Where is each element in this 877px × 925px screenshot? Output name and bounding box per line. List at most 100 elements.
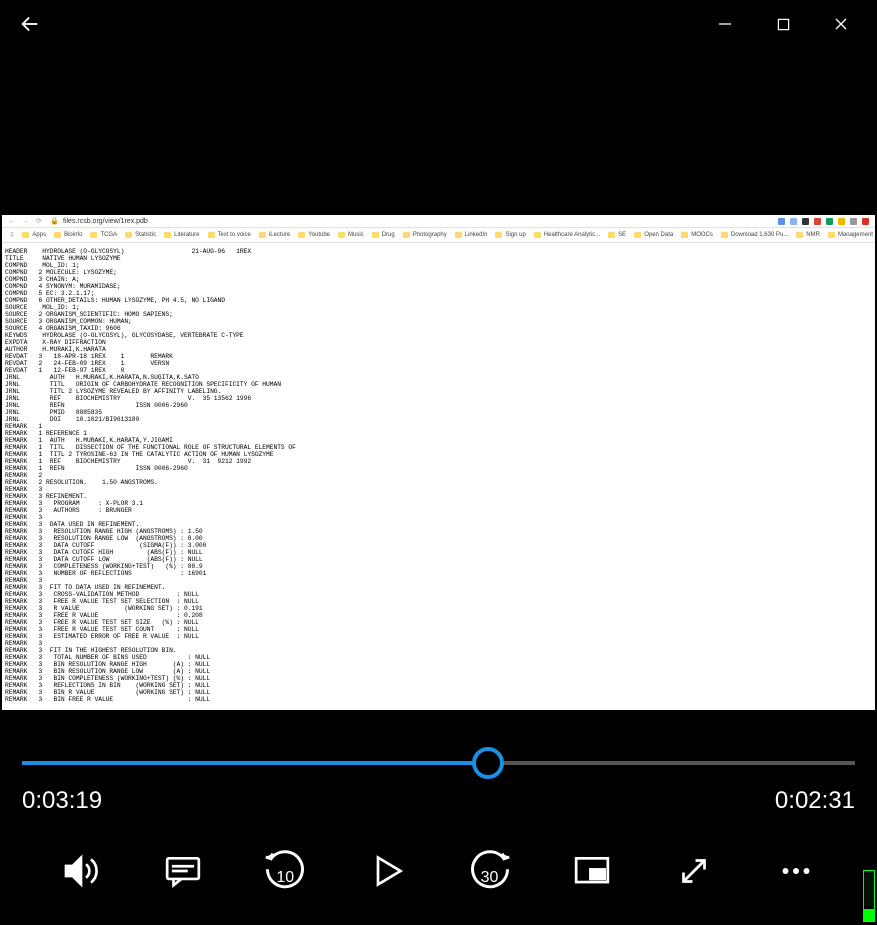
bookmark-item: Sign up [495,232,525,238]
close-icon [834,17,848,31]
skip-back-seconds: 10 [276,869,294,887]
folder-icon [372,232,379,238]
fullscreen-button[interactable] [666,843,722,899]
bookmark-label: Drug [382,232,395,238]
subtitles-icon [164,852,202,890]
folder-icon [721,232,728,238]
folder-icon [298,232,305,238]
elapsed-time: 0:03:19 [22,787,102,815]
bookmark-item: Text to voice [208,232,251,238]
bookmark-item: Statistic [125,232,156,238]
bookmark-item: Music [338,232,364,238]
folder-icon [208,232,215,238]
skip-forward-button[interactable]: 30 [462,843,518,899]
bookmark-label: LinkedIn [465,232,488,238]
browser-ext-icons [778,218,869,225]
url-text: files.rcsb.org/view/1rex.pdb [63,218,772,225]
bookmark-label: Management [838,232,873,238]
bookmark-item: LinkedIn [455,232,488,238]
folder-icon [608,232,615,238]
folder-icon [164,232,171,238]
browser-forward-icon: → [22,218,30,225]
bookmark-item: Drug [372,232,395,238]
browser-back-icon: ← [8,218,16,225]
player-controls: 0:03:19 0:02:31 [0,720,877,925]
minimize-button[interactable] [711,10,739,38]
apps-icon: ⠿ [10,232,14,239]
remaining-time: 0:02:31 [775,787,855,815]
ext-icon [838,218,845,225]
bookmark-item: Download 1,630 Pu... [721,232,788,238]
fullscreen-icon [676,853,712,889]
folder-icon [125,232,132,238]
mini-view-button[interactable] [564,843,620,899]
seekbar-fill [22,761,488,765]
skip-forward-seconds: 30 [481,869,499,887]
bookmark-label: Healthcare Analytic... [544,232,600,238]
folder-icon [403,232,410,238]
seekbar[interactable] [0,745,877,781]
bookmark-label: Open Data [644,232,673,238]
bookmark-label: MOOCs [691,232,713,238]
bookmark-label: Apps [32,232,46,238]
volume-button[interactable] [53,843,109,899]
play-button[interactable] [359,843,415,899]
folder-icon [22,232,29,238]
bookmark-item: Apps [22,232,46,238]
maximize-button[interactable] [769,10,797,38]
bookmark-label: Text to voice [218,232,251,238]
more-icon [778,853,814,889]
close-button[interactable] [827,10,855,38]
titlebar-left [10,4,50,44]
bookmark-label: Statistic [135,232,156,238]
titlebar [0,0,877,48]
back-button[interactable] [10,4,50,44]
subtitles-button[interactable] [155,843,211,899]
folder-icon [495,232,502,238]
bookmark-item: Bioinfo [54,232,82,238]
volume-icon [61,851,101,891]
folder-icon [455,232,462,238]
folder-icon [338,232,345,238]
folder-icon [90,232,97,238]
buttons-row: 10 30 [0,815,877,899]
folder-icon [681,232,688,238]
folder-icon [828,232,835,238]
bookmark-item: SE [608,232,626,238]
seekbar-track [22,761,855,765]
folder-icon [259,232,266,238]
bookmark-item: MOOCs [681,232,713,238]
video-frame[interactable]: ← → ⟳ 🔒 files.rcsb.org/view/1rex.pdb [2,215,875,710]
folder-icon [634,232,641,238]
bookmark-item: Photography [403,232,447,238]
video-player-window: ← → ⟳ 🔒 files.rcsb.org/view/1rex.pdb [0,0,877,925]
bookmark-item: Open Data [634,232,673,238]
bookmark-label: Music [348,232,364,238]
folder-icon [534,232,541,238]
pdb-file-content: HEADER HYDROLASE (O-GLYCOSYL) 21-AUG-96 … [2,245,875,706]
bookmark-item: Literature [164,232,199,238]
bookmark-label: Literature [174,232,199,238]
ext-icon [790,218,797,225]
audio-level-bar [864,906,874,921]
folder-icon [796,232,803,238]
bookmarks-bar: ⠿ Apps Bioinfo TCGA Statistic Literature Text … [2,228,875,243]
folder-icon [54,232,61,238]
minimize-icon [718,17,732,31]
bookmark-label: TCGA [100,232,117,238]
skip-back-button[interactable]: 10 [257,843,313,899]
bookmark-item: Youtube [298,232,330,238]
bookmark-label: Photography [413,232,447,238]
bookmark-label: Youtube [308,232,330,238]
bookmark-label: iLecture [269,232,290,238]
maximize-icon [777,18,790,31]
bookmark-label: Download 1,630 Pu... [731,232,788,238]
bookmark-label: SE [618,232,626,238]
ext-icon [778,218,785,225]
bookmark-item: iLecture [259,232,290,238]
time-row: 0:03:19 0:02:31 [0,781,877,815]
more-button[interactable] [768,843,824,899]
seekbar-thumb[interactable] [472,747,504,779]
bookmark-label: Sign up [505,232,525,238]
bookmark-item: NMR [796,232,820,238]
